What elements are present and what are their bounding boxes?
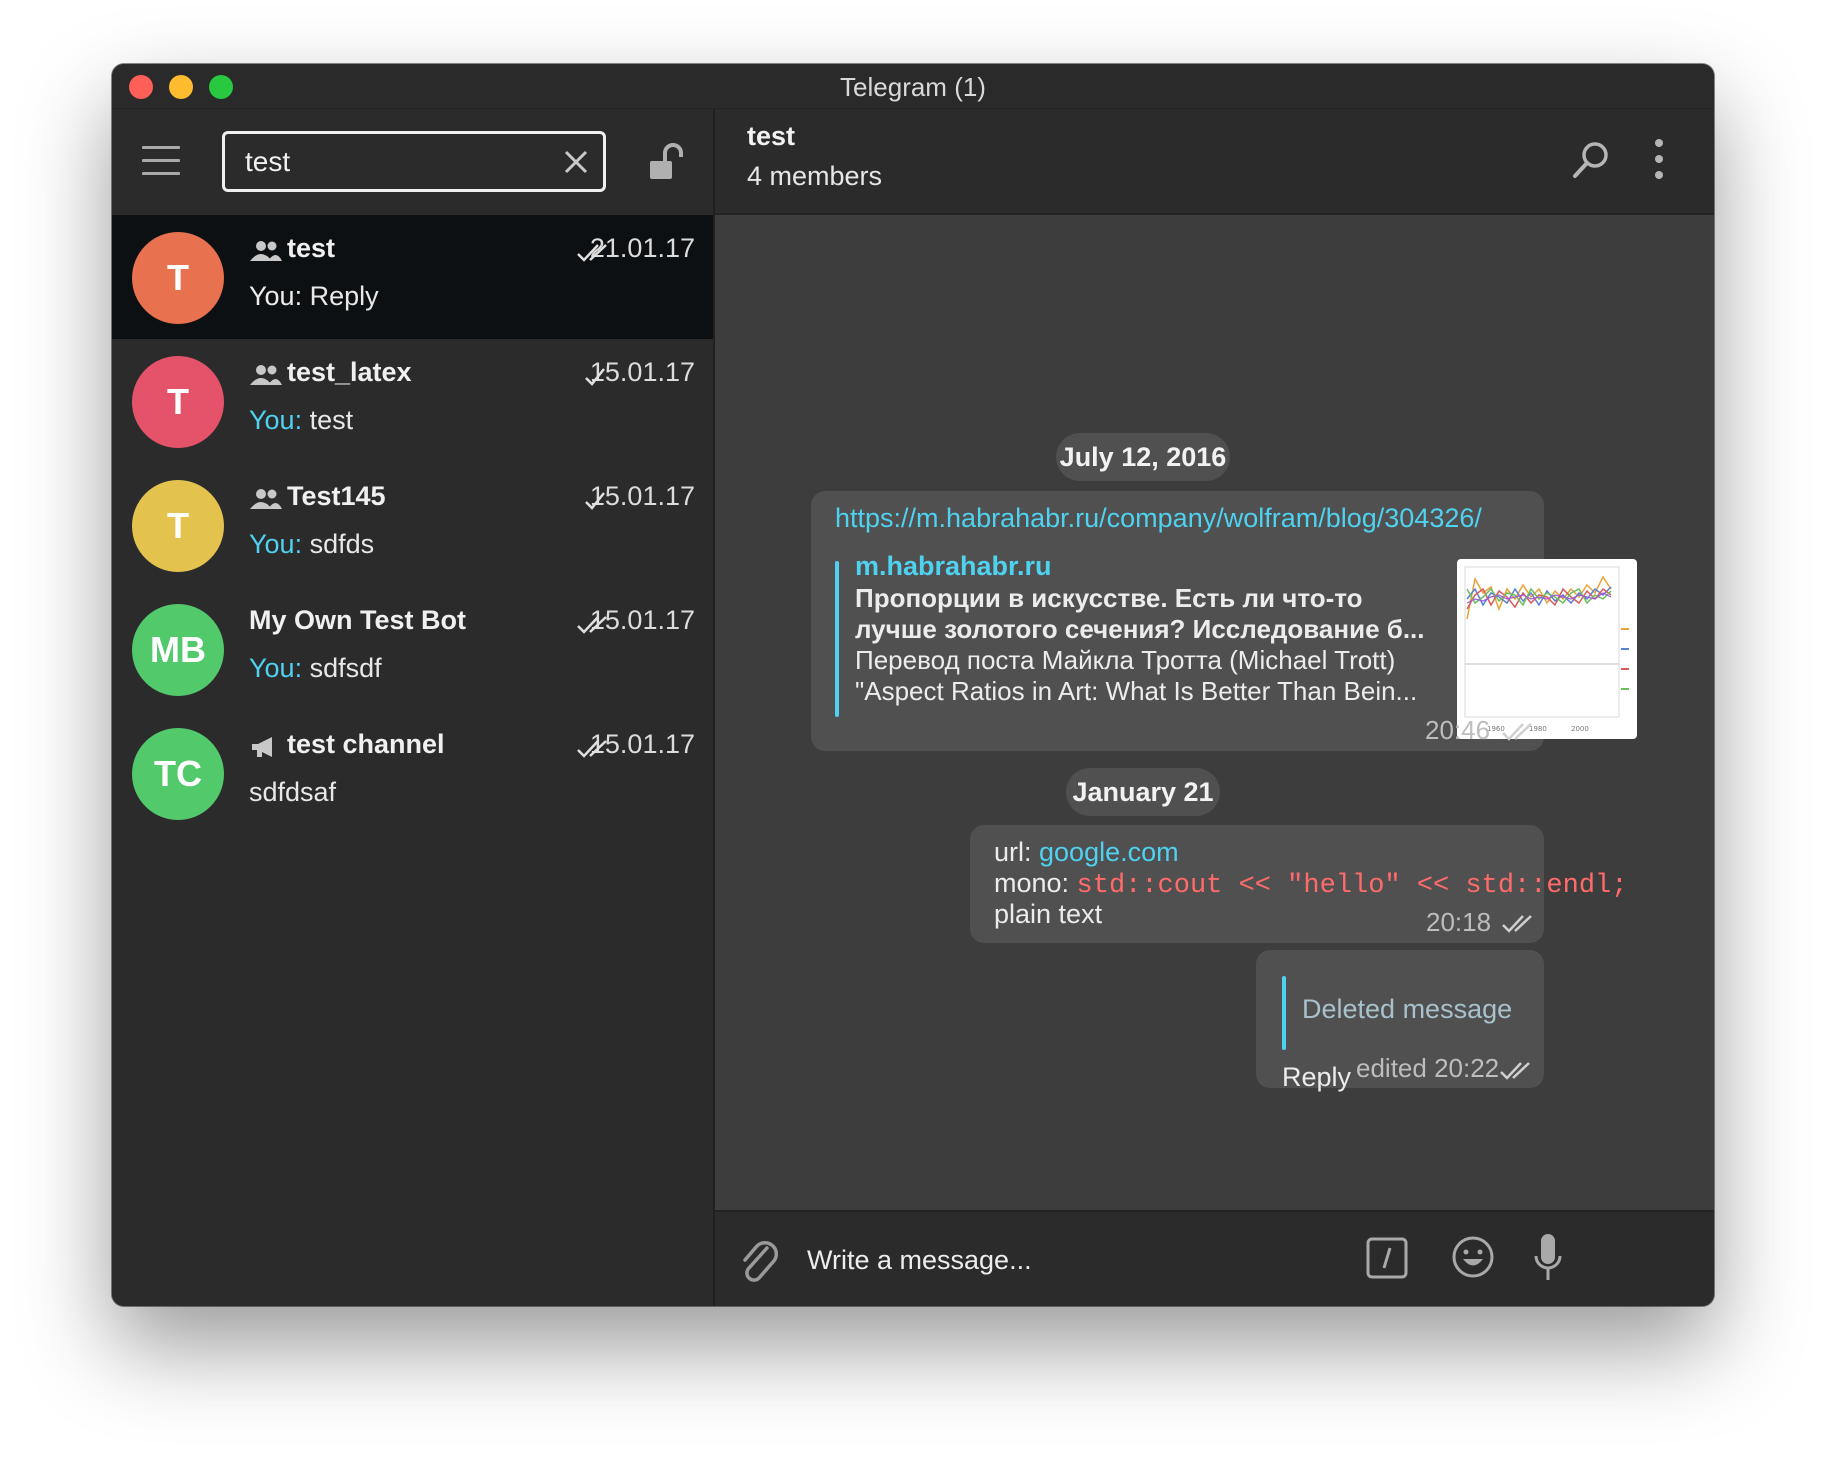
preview-description-line-1: Перевод поста Майкла Тротта (Michael Tro… — [855, 645, 1396, 675]
group-icon — [250, 489, 282, 509]
replied-deleted-message[interactable]: Deleted message — [1302, 994, 1512, 1025]
double-check-icon — [577, 740, 607, 758]
more-options-icon[interactable] — [1653, 137, 1665, 181]
avatar: T — [132, 232, 224, 324]
search-box — [222, 131, 606, 192]
dialog-item[interactable]: TC test channel 15.01.17 sdfdsaf — [112, 711, 713, 835]
reply-message-text: Reply — [1282, 1062, 1352, 1092]
avatar: MB — [132, 604, 224, 696]
preview-title-line-1: Пропорции в искусстве. Есть ли что-то — [855, 583, 1363, 613]
message-time: 20:46 — [1425, 715, 1491, 745]
message-time: 20:18 — [1426, 907, 1492, 937]
dialog-item[interactable]: Ttest 21.01.17 You: Reply — [112, 215, 713, 339]
code-snippet: std::cout << "hello" << std::endl; — [1076, 871, 1628, 901]
message-bubble-formatted[interactable]: url: google.com mono: std::cout << "hell… — [970, 825, 1627, 943]
thumbnail-axis-label: 2000 — [1571, 725, 1589, 733]
dialog-preview: sdfdsaf — [249, 777, 336, 808]
preview-accent-bar — [835, 561, 839, 717]
double-check-icon — [577, 616, 607, 634]
message-composer — [715, 1210, 1714, 1306]
dialog-sender: You: — [249, 405, 303, 435]
unlock-icon[interactable] — [647, 141, 689, 183]
avatar: TC — [132, 728, 224, 820]
date-separator: July 12, 2016 — [1056, 433, 1230, 481]
dialogs-toolbar — [112, 109, 715, 215]
dialog-name: test channel — [287, 729, 445, 759]
title-bar: Telegram (1) — [112, 64, 1714, 109]
dialog-item[interactable]: T Test145 15.01.17 You: sdfds — [112, 463, 713, 587]
url-label: url: — [994, 837, 1040, 867]
clear-search-icon[interactable] — [559, 145, 593, 179]
dialog-name: Test145 — [287, 481, 386, 511]
group-icon — [250, 241, 282, 261]
dialog-name: test — [287, 233, 336, 263]
paperclip-icon[interactable] — [737, 1236, 781, 1284]
preview-site-name: m.habrahabr.ru — [855, 551, 1052, 581]
dialog-preview-text: sdfds — [302, 529, 375, 559]
message-bubble-reply[interactable]: Deleted message Reply edited 20:22 — [1256, 950, 1544, 1092]
telegram-window: Telegram (1) Ttest21.01.17You: ReplyTtes… — [112, 64, 1714, 1306]
mono-label: mono: — [994, 868, 1077, 898]
message-edited-time: edited 20:22 — [1356, 1053, 1500, 1083]
dialog-item[interactable]: Ttest_latex 15.01.17 You: test — [112, 339, 713, 463]
preview-description-line-2: "Aspect Ratios in Art: What Is Better Th… — [855, 676, 1418, 706]
dialog-preview: You: test — [249, 405, 353, 436]
avatar: T — [132, 480, 224, 572]
message-url-link[interactable]: https://m.habrahabr.ru/company/wolfram/b… — [835, 503, 1482, 534]
dialog-name: test_latex — [287, 357, 412, 387]
dialog-preview: You: sdfsdf — [249, 653, 382, 684]
dialog-preview-text: sdfsdf — [302, 653, 382, 683]
message-mono-line: mono: std::cout << "hello" << std::endl; — [994, 868, 1627, 901]
bot-command-icon[interactable] — [1365, 1236, 1409, 1280]
google-link[interactable]: google.com — [1039, 837, 1179, 867]
double-check-icon — [1502, 723, 1532, 741]
dialog-sender: You: — [249, 653, 303, 683]
double-check-icon — [577, 244, 607, 262]
date-separator: January 21 — [1066, 768, 1220, 816]
dialogs-pane: Ttest21.01.17You: ReplyTtest_latex15.01.… — [112, 109, 715, 1306]
double-check-icon — [1502, 915, 1532, 933]
preview-thumbnail-image[interactable]: 1960 1980 2000 — [1457, 559, 1637, 739]
dialog-name: My Own Test Bot — [249, 605, 467, 635]
emoji-icon[interactable] — [1450, 1234, 1496, 1280]
megaphone-icon — [252, 737, 272, 757]
message-plain-line: plain text — [994, 899, 1103, 929]
search-icon[interactable] — [1570, 139, 1612, 181]
chat-title: test — [747, 121, 796, 151]
dialog-item[interactable]: MB My Own Test Bot 15.01.17 You: sdfsdf — [112, 587, 713, 711]
dialog-preview-text: test — [302, 405, 354, 435]
window-title: Telegram (1) — [840, 72, 986, 102]
dialog-sender: You: — [249, 529, 303, 559]
message-url-line: url: google.com — [994, 837, 1179, 868]
dialog-preview-text: Reply — [309, 281, 379, 311]
search-input[interactable] — [245, 144, 545, 180]
preview-title-line-2: лучше золотого сечения? Исследование б..… — [855, 614, 1425, 644]
double-check-icon — [1500, 1062, 1530, 1080]
avatar: T — [132, 356, 224, 448]
group-icon — [250, 365, 282, 385]
hamburger-menu-icon[interactable] — [142, 146, 180, 176]
chat-pane: test 4 members July 12, 2016 https://m.h… — [715, 109, 1714, 1306]
dialog-preview: You: sdfds — [249, 529, 374, 560]
reply-accent-bar — [1282, 976, 1286, 1050]
dialog-preview-text: sdfdsaf — [249, 777, 337, 807]
check-icon — [585, 368, 605, 386]
microphone-icon[interactable] — [1533, 1232, 1563, 1284]
check-icon — [585, 492, 605, 510]
chat-header[interactable]: test 4 members — [715, 109, 1714, 215]
dialog-preview: You: Reply — [249, 281, 379, 312]
message-bubble-link[interactable]: https://m.habrahabr.ru/company/wolfram/b… — [811, 491, 1637, 751]
message-input[interactable] — [807, 1238, 1327, 1282]
dialog-sender: You: — [249, 281, 310, 311]
chat-members-count: 4 members — [747, 161, 883, 191]
